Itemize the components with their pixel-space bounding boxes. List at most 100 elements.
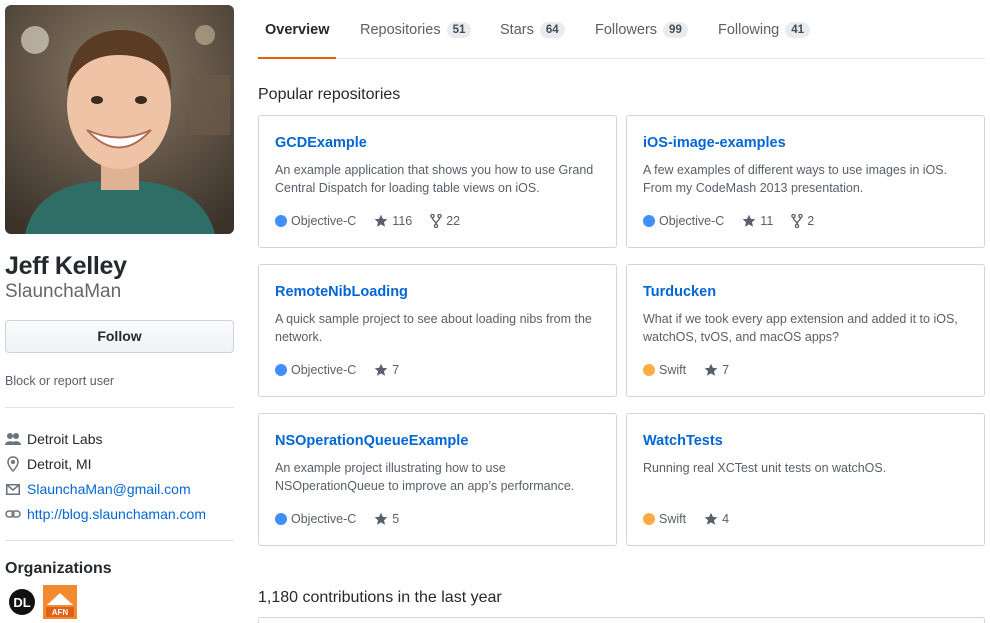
repo-description: An example project illustrating how to u… <box>275 461 575 493</box>
organization-icon <box>5 431 21 447</box>
repo-stars[interactable]: 4 <box>704 512 729 526</box>
org-dl-label: DL <box>13 595 30 610</box>
language-color-icon <box>643 513 655 525</box>
repo-name-link[interactable]: WatchTests <box>643 433 723 449</box>
language-label: Objective-C <box>291 363 357 377</box>
org-afn-label: AFN <box>52 608 69 617</box>
tab-count: 99 <box>663 22 688 38</box>
repo-meta: Swift 4 <box>643 512 747 526</box>
repo-language: Objective-C <box>275 214 356 228</box>
star-icon <box>704 363 718 376</box>
fork-count: 2 <box>807 214 815 228</box>
repo-card: Turducken What if we took every app exte… <box>626 264 985 397</box>
repo-description: A quick sample project to see about load… <box>275 312 592 344</box>
popular-repositories-title: Popular repositories <box>258 86 401 103</box>
tab-stars[interactable]: Stars 64 <box>500 22 565 38</box>
detail-location: Detroit, MI <box>5 454 92 474</box>
link-icon <box>5 506 21 522</box>
language-color-icon <box>643 364 655 376</box>
repo-card: iOS-image-examples A few examples of dif… <box>626 115 985 248</box>
repo-card: NSOperationQueueExample An example proje… <box>258 413 617 546</box>
star-icon <box>374 214 388 227</box>
profile-username: SlaunchaMan <box>5 281 122 302</box>
fork-icon <box>791 214 804 228</box>
location-icon <box>5 456 21 472</box>
repo-description: Running real XCTest unit tests on watchO… <box>643 461 887 475</box>
repo-name-link[interactable]: NSOperationQueueExample <box>275 433 468 449</box>
fork-icon <box>430 214 442 228</box>
star-count: 11 <box>760 214 774 228</box>
tab-repositories[interactable]: Repositories 51 <box>360 22 472 38</box>
contribution-graph <box>258 617 985 623</box>
repo-forks[interactable]: 22 <box>430 214 460 228</box>
repo-meta: Objective-C 116 22 <box>275 214 478 228</box>
repo-card: WatchTests Running real XCTest unit test… <box>626 413 985 546</box>
detail-organization: Detroit Labs <box>5 429 102 449</box>
repo-name-link[interactable]: iOS-image-examples <box>643 135 786 151</box>
mail-icon <box>5 481 21 497</box>
repo-card: GCDExample An example application that s… <box>258 115 617 248</box>
tab-label: Overview <box>265 22 330 38</box>
afn-org-icon[interactable]: AFN <box>43 585 77 619</box>
tab-label: Stars <box>500 22 534 38</box>
tab-following[interactable]: Following 41 <box>718 22 811 38</box>
star-count: 4 <box>722 512 730 526</box>
avatar[interactable] <box>5 5 234 234</box>
follow-button[interactable]: Follow <box>5 320 234 353</box>
repo-meta: Swift 7 <box>643 363 747 377</box>
repo-language: Objective-C <box>275 512 356 526</box>
language-label: Swift <box>659 512 687 526</box>
website-link[interactable]: http://blog.slaunchaman.com <box>27 506 206 522</box>
repo-language: Objective-C <box>275 363 356 377</box>
tab-label: Followers <box>595 22 658 38</box>
language-color-icon <box>275 513 287 525</box>
detroit-labs-org-icon[interactable]: DL <box>5 585 39 619</box>
profile-full-name: Jeff Kelley <box>5 252 127 280</box>
star-icon <box>374 512 388 525</box>
repo-card: RemoteNibLoading A quick sample project … <box>258 264 617 397</box>
star-icon <box>742 214 756 227</box>
contributions-title: 1,180 contributions in the last year <box>258 589 502 606</box>
tab-count: 51 <box>446 22 472 38</box>
tab-overview[interactable]: Overview <box>265 22 330 38</box>
repo-description: An example application that shows you ho… <box>275 163 594 195</box>
language-color-icon <box>275 364 287 376</box>
repo-forks[interactable]: 2 <box>791 214 814 228</box>
language-label: Objective-C <box>659 214 725 228</box>
star-icon <box>374 363 388 376</box>
divider <box>5 407 234 408</box>
repo-stars[interactable]: 7 <box>704 363 729 377</box>
repo-language: Swift <box>643 363 686 377</box>
repo-name-link[interactable]: GCDExample <box>275 135 367 151</box>
repo-meta: Objective-C 11 2 <box>643 214 832 228</box>
repo-stars[interactable]: 11 <box>742 214 773 228</box>
repo-language: Objective-C <box>643 214 724 228</box>
language-color-icon <box>643 215 655 227</box>
language-label: Objective-C <box>291 214 357 228</box>
repo-name-link[interactable]: Turducken <box>643 284 716 300</box>
repo-description: What if we took every app extension and … <box>643 312 958 344</box>
star-count: 7 <box>392 363 400 377</box>
tab-count: 41 <box>785 22 811 38</box>
divider <box>5 540 234 541</box>
active-tab-underline <box>258 57 336 59</box>
fork-count: 22 <box>446 214 461 228</box>
tab-followers[interactable]: Followers 99 <box>595 22 688 38</box>
detail-text: Detroit, MI <box>27 456 92 472</box>
star-count: 116 <box>392 214 413 228</box>
language-color-icon <box>275 215 287 227</box>
organizations-title: Organizations <box>5 560 112 577</box>
repo-stars[interactable]: 116 <box>374 214 412 228</box>
email-link[interactable]: SlaunchaMan@gmail.com <box>27 481 191 497</box>
language-label: Objective-C <box>291 512 357 526</box>
repo-name-link[interactable]: RemoteNibLoading <box>275 284 408 300</box>
star-count: 5 <box>392 512 400 526</box>
repo-stars[interactable]: 5 <box>374 512 399 526</box>
repo-meta: Objective-C 7 <box>275 363 417 377</box>
repo-stars[interactable]: 7 <box>374 363 399 377</box>
star-icon <box>704 512 718 525</box>
language-label: Swift <box>659 363 687 377</box>
block-report-link[interactable]: Block or report user <box>5 374 114 388</box>
detail-email: SlaunchaMan@gmail.com <box>5 479 191 499</box>
repo-language: Swift <box>643 512 686 526</box>
